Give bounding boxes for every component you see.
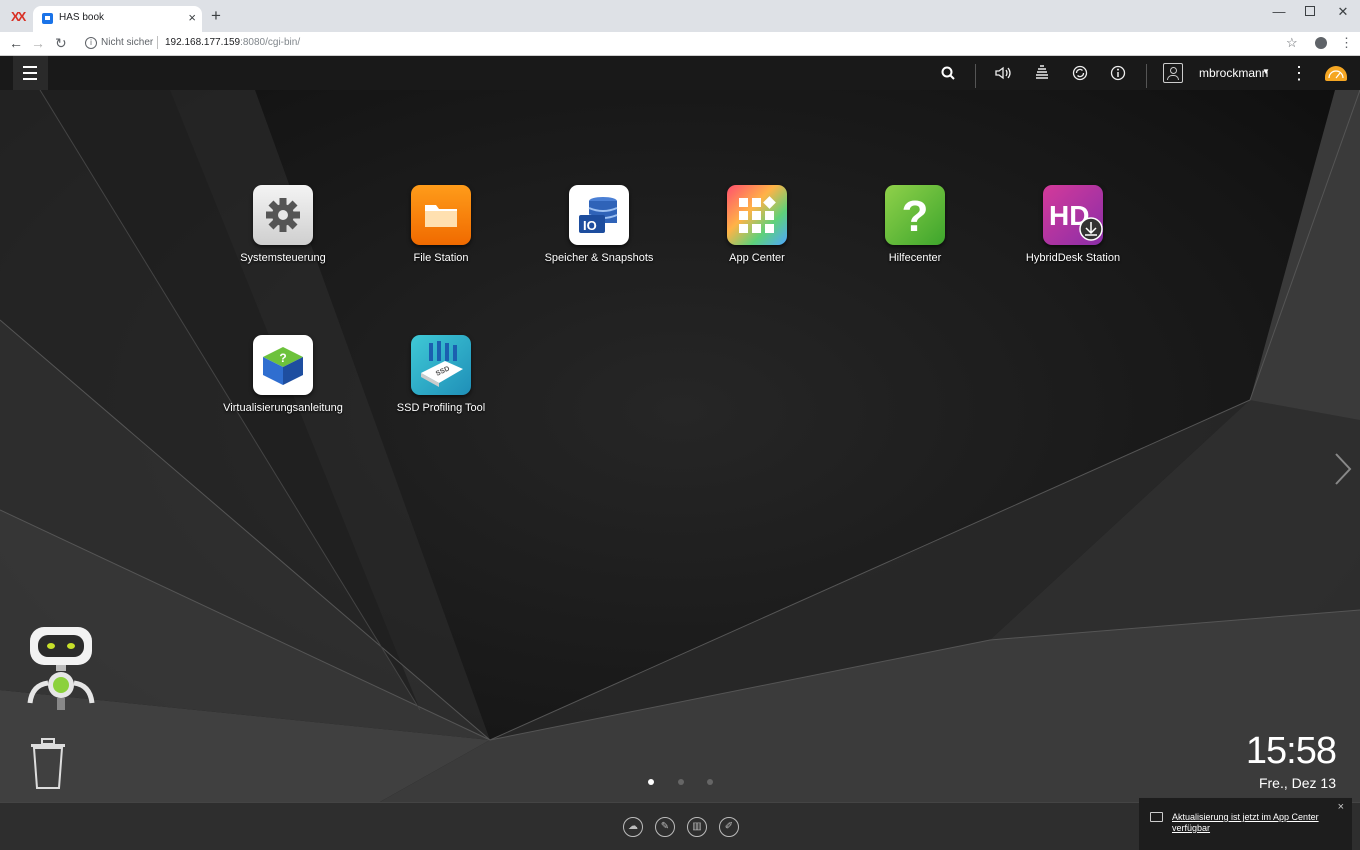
sync-icon[interactable] [1068,56,1092,90]
app-label: HybridDesk Station [1025,252,1121,264]
app-hilfecenter[interactable]: ? Hilfecenter [840,185,990,264]
browser-menu-icon[interactable]: ⋮ [1340,35,1353,51]
hd-icon: HD [1043,185,1103,245]
toolbar-divider [975,64,976,88]
reload-button[interactable]: ↻ [55,35,67,51]
url-path: :8080/cgi-bin/ [240,37,301,48]
folder-icon [411,185,471,245]
app-app-center[interactable]: App Center [682,185,832,264]
app-label: Hilfecenter [888,252,942,264]
maximize-button[interactable] [1293,3,1327,23]
svg-text:?: ? [279,351,286,365]
username-label[interactable]: mbrockmann [1199,66,1268,80]
grid-icon [727,185,787,245]
app-label: File Station [413,252,469,264]
stack-icon[interactable] [1030,56,1054,90]
app-file-station[interactable]: File Station [366,185,516,264]
app-label: Speicher & Snapshots [544,252,654,264]
trash-icon[interactable] [28,738,65,789]
app-systemsteuerung[interactable]: Systemsteuerung [208,185,358,264]
clock-date: Fre., Dez 13 [1258,775,1336,791]
notification-link[interactable]: Aktualisierung ist jetzt im App Center v… [1172,812,1332,834]
back-button[interactable]: ← [9,35,23,51]
notes-icon[interactable]: ✐ [719,817,739,837]
page-dot-1[interactable] [648,779,654,785]
cube-icon: ? [253,335,313,395]
storage-icon: IO [569,185,629,245]
tab-title: HAS book [59,12,105,23]
app-virtualisierungsanleitung[interactable]: ? Virtualisierungsanleitung [208,335,358,414]
address-bar[interactable]: 192.168.177.159:8080/cgi-bin/ [165,37,300,48]
not-secure-label: Nicht sicher [101,37,154,48]
desktop-area: Systemsteuerung File Station IO Speicher… [0,90,1360,802]
clock-time: 15:58 [1245,730,1337,772]
svg-text:IO: IO [583,218,597,233]
page-dot-3[interactable] [707,779,713,785]
info-circle-icon[interactable] [1106,56,1130,90]
new-tab-button[interactable]: + [211,7,221,25]
chevron-down-icon[interactable]: ▼ [1262,67,1270,76]
app-speicher-snapshots[interactable]: IO Speicher & Snapshots [524,185,674,264]
profile-icon[interactable] [1315,37,1327,49]
tools-icon[interactable]: ✎ [655,817,675,837]
robot-assistant-icon[interactable] [22,625,100,715]
search-icon[interactable] [936,56,960,90]
app-label: App Center [729,252,785,264]
bookmark-star-icon[interactable]: ☆ [1286,35,1298,51]
ssd-icon: SSD [411,335,471,395]
app-label: Virtualisierungsanleitung [223,402,343,414]
favicon-icon [42,13,53,24]
close-icon[interactable]: × [1338,801,1344,813]
url-host: 192.168.177.159 [165,37,241,48]
browser-tab-bar: XX HAS book × + — ✕ [0,0,1360,32]
message-icon [1150,812,1163,822]
app-label: SSD Profiling Tool [396,402,486,414]
site-info-icon[interactable]: i [85,37,97,49]
minimize-button[interactable]: — [1262,3,1296,23]
forward-button[interactable]: → [31,35,45,51]
wallpaper [0,90,1360,802]
app-ssd-profiling-tool[interactable]: SSD SSD Profiling Tool [366,335,516,414]
menu-icon[interactable] [13,56,48,90]
chevron-right-icon[interactable] [1332,452,1354,486]
close-window-button[interactable]: ✕ [1326,3,1360,23]
browser-tab[interactable]: HAS book × [33,6,202,32]
tab-close-button[interactable]: × [188,10,196,26]
cloud-icon[interactable]: ☁ [623,817,643,837]
url-separator [157,36,158,49]
update-notification: Aktualisierung ist jetzt im App Center v… [1139,797,1352,850]
browser-toolbar: ← → ↻ i Nicht sicher 192.168.177.159:808… [0,32,1360,56]
question-icon: ? [885,185,945,245]
gear-icon [253,185,313,245]
svg-text:?: ? [902,192,929,241]
dashboard-gauge-icon[interactable] [1325,66,1347,81]
book-icon[interactable]: ▥ [687,817,707,837]
user-icon[interactable] [1163,63,1183,83]
volume-icon[interactable] [992,56,1016,90]
toolbar-divider [1146,64,1147,88]
app-hybriddesk-station[interactable]: HD HybridDesk Station [998,185,1148,264]
more-options-icon[interactable]: ⋮ [1290,56,1308,90]
nas-top-bar: mbrockmann ▼ ⋮ [0,56,1360,90]
app-logo-icon: XX [11,9,26,24]
page-dot-2[interactable] [678,779,684,785]
app-label: Systemsteuerung [240,252,326,264]
